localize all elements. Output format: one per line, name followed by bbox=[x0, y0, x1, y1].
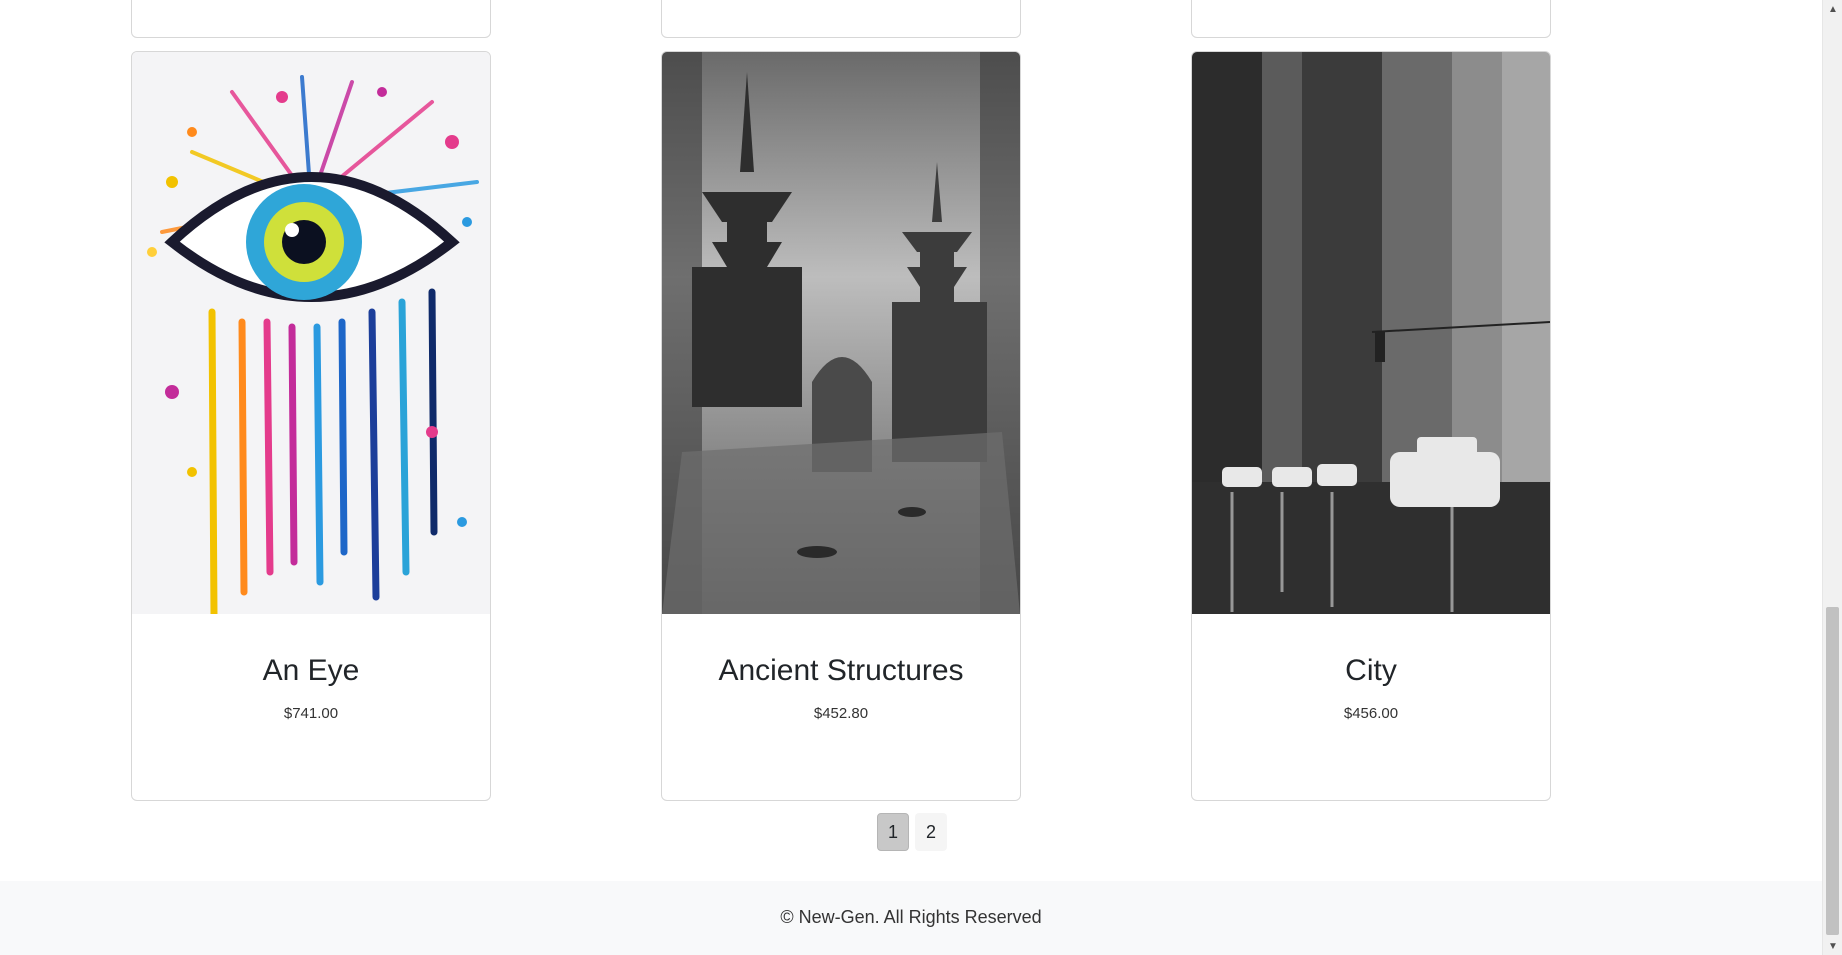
product-card-previous[interactable] bbox=[661, 0, 1021, 38]
city-sketch-image bbox=[1192, 52, 1550, 614]
page-button-1[interactable]: 1 bbox=[877, 813, 909, 851]
eye-painting-image bbox=[132, 52, 490, 614]
product-grid: An Eye $741.00 Ancient Structures $452.8… bbox=[0, 0, 1822, 955]
down-arrow-icon[interactable]: ▼ bbox=[1823, 937, 1842, 955]
scrollbar-thumb[interactable] bbox=[1826, 607, 1839, 935]
product-image-city[interactable] bbox=[1192, 52, 1550, 614]
pagination: 1 2 bbox=[877, 813, 947, 851]
product-card-city[interactable]: City $456.00 bbox=[1191, 51, 1551, 801]
product-card-an-eye[interactable]: An Eye $741.00 bbox=[131, 51, 491, 801]
footer: © New-Gen. All Rights Reserved bbox=[0, 881, 1822, 955]
up-arrow-icon[interactable]: ▲ bbox=[1823, 0, 1842, 18]
footer-copyright: © New-Gen. All Rights Reserved bbox=[780, 907, 1042, 927]
product-image-eye[interactable] bbox=[132, 52, 490, 614]
page-button-2[interactable]: 2 bbox=[915, 813, 947, 851]
product-card-previous[interactable] bbox=[1191, 0, 1551, 38]
pagoda-sketch-image bbox=[662, 52, 1020, 614]
product-title[interactable]: City bbox=[1192, 654, 1550, 688]
product-card-previous[interactable] bbox=[131, 0, 491, 38]
product-title[interactable]: An Eye bbox=[132, 654, 490, 688]
product-image-ancient-structures[interactable] bbox=[662, 52, 1020, 614]
product-card-ancient-structures[interactable]: Ancient Structures $452.80 bbox=[661, 51, 1021, 801]
page: An Eye $741.00 Ancient Structures $452.8… bbox=[0, 0, 1842, 955]
product-title[interactable]: Ancient Structures bbox=[662, 654, 1020, 688]
product-price: $741.00 bbox=[283, 705, 339, 722]
vertical-scrollbar[interactable]: ▲ ▼ bbox=[1822, 0, 1842, 955]
product-price: $452.80 bbox=[813, 705, 869, 722]
product-price: $456.00 bbox=[1343, 705, 1399, 722]
